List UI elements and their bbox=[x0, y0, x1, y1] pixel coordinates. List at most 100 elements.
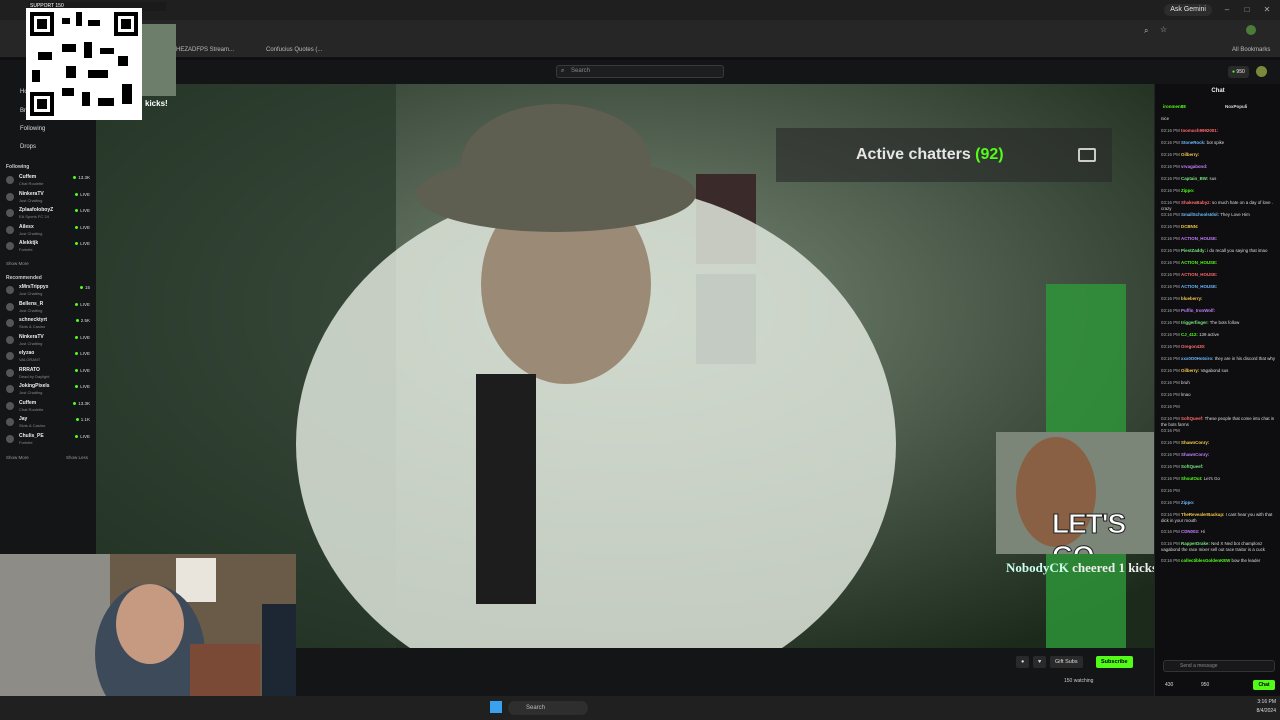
chat-username[interactable]: toomuch9992001: bbox=[1181, 128, 1218, 133]
address-bar[interactable]: ⌕ ☆ bbox=[0, 20, 1280, 42]
bell-icon[interactable]: ● bbox=[1016, 656, 1030, 668]
chat-message[interactable]: 03:16 PM Puffin_IronWolf: bbox=[1161, 308, 1279, 314]
chat-message[interactable]: 03:16 PM Zippo: bbox=[1161, 500, 1279, 506]
chat-message[interactable]: 03:16 PM Oilberry: Vagabond sus bbox=[1161, 368, 1279, 374]
chat-username[interactable]: CDN003: bbox=[1181, 529, 1199, 534]
chat-message[interactable]: 03:16 PM collectiblesGoldenKEW bow the l… bbox=[1161, 558, 1279, 564]
bookmark-item[interactable]: Confucius Quotes (... bbox=[266, 44, 322, 56]
chat-message[interactable]: 03:16 PM xxx0O0Hotsiro: they are in his … bbox=[1161, 356, 1279, 362]
taskbar-search[interactable]: Search bbox=[508, 701, 588, 715]
search-input[interactable]: ⌕ Search bbox=[556, 65, 724, 78]
sidebar-channel[interactable]: ZplaafoIoboyZ EA Sports FC 24 LIVE bbox=[6, 207, 92, 221]
chat-username[interactable]: RapperDrake: bbox=[1181, 541, 1210, 546]
sidebar-channel[interactable]: NinkeraTV Just Chatting LIVE bbox=[6, 334, 92, 348]
sidebar-channel[interactable]: schnecktyrt Slots & Casino 2.5K bbox=[6, 317, 92, 331]
chat-username[interactable]: ACTION_HOUSE: bbox=[1181, 236, 1217, 241]
chat-message[interactable]: nice bbox=[1161, 116, 1279, 122]
chat-message[interactable]: 03:16 PM bbox=[1161, 488, 1279, 494]
sidebar-channel[interactable]: NinkeraTV Just Chatting LIVE bbox=[6, 191, 92, 205]
nav-following[interactable]: Following bbox=[20, 126, 45, 132]
chat-username[interactable]: triggerfinger: bbox=[1181, 320, 1209, 325]
pinned-user[interactable]: ironmen88 bbox=[1163, 104, 1186, 109]
chat-username[interactable]: ShoutOut: bbox=[1181, 476, 1202, 481]
sidebar-channel[interactable]: Jay Slots & Casino 1.1K bbox=[6, 416, 92, 430]
chat-message[interactable]: 03:16 PM SoftQueef: These people that co… bbox=[1161, 416, 1279, 427]
sidebar-channel[interactable]: Ailesx Just Chatting LIVE bbox=[6, 224, 92, 238]
chat-message[interactable]: 03:16 PM SoftQueef: bbox=[1161, 464, 1279, 470]
chat-username[interactable]: CJ_412: bbox=[1181, 332, 1198, 337]
chat-message[interactable]: 03:16 PM lmao bbox=[1161, 392, 1279, 398]
chat-message[interactable]: 03:16 PM Zippo: bbox=[1161, 188, 1279, 194]
chat-username[interactable]: Oregon430: bbox=[1181, 344, 1205, 349]
sidebar-channel[interactable]: Cuffem Chat Roulette 13.3K bbox=[6, 174, 92, 188]
chat-username[interactable]: Oilberry: bbox=[1181, 152, 1199, 157]
chat-message[interactable]: 03:16 PM ShoutOut: Let's Go bbox=[1161, 476, 1279, 482]
show-less-link[interactable]: Show Less bbox=[66, 455, 88, 460]
chat-message[interactable]: 03:16 PM bbox=[1161, 428, 1279, 434]
close-icon[interactable]: ✕ bbox=[1260, 3, 1274, 17]
minimize-icon[interactable]: – bbox=[1220, 3, 1234, 17]
user-avatar[interactable] bbox=[1256, 66, 1267, 77]
chat-message[interactable]: 03:16 PM Oregon430: bbox=[1161, 344, 1279, 350]
chat-message[interactable]: 03:16 PM DCBNN: bbox=[1161, 224, 1279, 230]
chat-message[interactable]: 03:16 PM bbox=[1161, 404, 1279, 410]
sidebar-channel[interactable]: Alekktjk Fortnite LIVE bbox=[6, 240, 92, 254]
sidebar-channel[interactable]: Chulis_PE Fortnite LIVE bbox=[6, 433, 92, 447]
chat-message[interactable]: 03:16 PM ACTION_HOUSE: bbox=[1161, 236, 1279, 242]
chat-username[interactable]: xxx0O0Hotsiro: bbox=[1181, 356, 1213, 361]
gift-subs-button[interactable]: Gift Subs bbox=[1050, 656, 1083, 668]
all-bookmarks[interactable]: All Bookmarks bbox=[1232, 44, 1270, 56]
chat-message[interactable]: 03:16 PM vrvagabond: bbox=[1161, 164, 1279, 170]
chat-username[interactable]: ACTION_HOUSE: bbox=[1181, 284, 1217, 289]
chat-message[interactable]: 03:16 PM toomuch9992001: bbox=[1161, 128, 1279, 134]
sidebar-channel[interactable]: Bellens_R Just Chatting LIVE bbox=[6, 301, 92, 315]
chat-username[interactable]: Zippo: bbox=[1181, 500, 1194, 505]
chat-message[interactable]: 03:16 PM CJ_412: 139 active bbox=[1161, 332, 1279, 338]
windows-start-icon[interactable] bbox=[490, 701, 502, 713]
profile-avatar[interactable] bbox=[1246, 25, 1256, 35]
chat-username[interactable]: vrvagabond: bbox=[1181, 164, 1207, 169]
bookmark-item[interactable]: HEZADFPS Stream... bbox=[176, 44, 234, 56]
chat-message[interactable]: 03:16 PM Captain_BW: sus bbox=[1161, 176, 1279, 182]
points-badge[interactable]: ● 950 bbox=[1228, 66, 1249, 78]
star-icon[interactable]: ☆ bbox=[1160, 25, 1167, 34]
chat-message[interactable]: 03:16 PM SmallSchoolsIdol: They Love Him bbox=[1161, 212, 1279, 218]
show-more-link[interactable]: Show More bbox=[6, 261, 29, 266]
chat-username[interactable]: Captain_BW: bbox=[1181, 176, 1208, 181]
chat-username[interactable]: ShawnConry: bbox=[1181, 440, 1209, 445]
browser-tab[interactable] bbox=[170, 3, 176, 17]
sidebar-channel[interactable]: xMrsTrippyx Just Chatting 15 bbox=[6, 284, 92, 298]
chat-message[interactable]: 03:16 PM blueberry: bbox=[1161, 296, 1279, 302]
chat-message-input[interactable]: Send a message bbox=[1163, 660, 1275, 672]
chat-message[interactable]: 03:16 PM StoneRock: bot spike bbox=[1161, 140, 1279, 146]
chat-username[interactable]: ACTION_HOUSE: bbox=[1181, 272, 1217, 277]
show-more-link[interactable]: Show More bbox=[6, 455, 29, 460]
chat-message[interactable]: 03:16 PM PiestZaddy: i do recall you say… bbox=[1161, 248, 1279, 254]
chat-username[interactable]: SmallSchoolsIdol: bbox=[1181, 212, 1219, 217]
chat-message[interactable]: 03:16 PM RapperDrake: Ned X Ned bot cham… bbox=[1161, 541, 1279, 552]
chat-username[interactable]: ACTION_HOUSE: bbox=[1181, 260, 1217, 265]
chat-message[interactable]: 03:16 PM ACTION_HOUSE: bbox=[1161, 260, 1279, 266]
chat-message[interactable]: 03:16 PM ShakeaBabyz: so much hate on a … bbox=[1161, 200, 1279, 211]
subscribe-button[interactable]: Subscribe bbox=[1096, 656, 1133, 668]
chat-message[interactable]: 03:16 PM TheRevealerBackup: I cant hear … bbox=[1161, 512, 1279, 523]
ask-gemini-button[interactable]: Ask Gemini bbox=[1164, 4, 1212, 16]
nav-drops[interactable]: Drops bbox=[20, 144, 36, 150]
chat-username[interactable]: collectiblesGoldenKEW bbox=[1181, 558, 1230, 563]
sidebar-channel[interactable]: RRRATO Dead by Daylight LIVE bbox=[6, 367, 92, 381]
sidebar-channel[interactable]: JokingPixels Just Chatting LIVE bbox=[6, 383, 92, 397]
chat-message[interactable]: 03:16 PM ShawnConry: bbox=[1161, 452, 1279, 458]
sidebar-channel[interactable]: elyzao VALORANT LIVE bbox=[6, 350, 92, 364]
chat-username[interactable]: DCBNN: bbox=[1181, 224, 1198, 229]
chat-username[interactable]: Zippo: bbox=[1181, 188, 1194, 193]
sidebar-channel[interactable]: Cuffem Chat Roulette 13.3K bbox=[6, 400, 92, 414]
pinned-user[interactable]: NoxPopuli bbox=[1225, 104, 1247, 109]
chat-message[interactable]: 03:16 PM ACTION_HOUSE: bbox=[1161, 284, 1279, 290]
chat-message[interactable]: 03:16 PM bruh bbox=[1161, 380, 1279, 386]
heart-icon[interactable]: ♥ bbox=[1033, 656, 1047, 668]
chat-username[interactable]: ShawnConry: bbox=[1181, 452, 1209, 457]
chat-message[interactable]: 03:16 PM CDN003: Hi bbox=[1161, 529, 1279, 535]
search-icon[interactable]: ⌕ bbox=[1144, 26, 1148, 36]
maximize-icon[interactable]: □ bbox=[1240, 3, 1254, 17]
chat-username[interactable]: PiestZaddy: bbox=[1181, 248, 1206, 253]
